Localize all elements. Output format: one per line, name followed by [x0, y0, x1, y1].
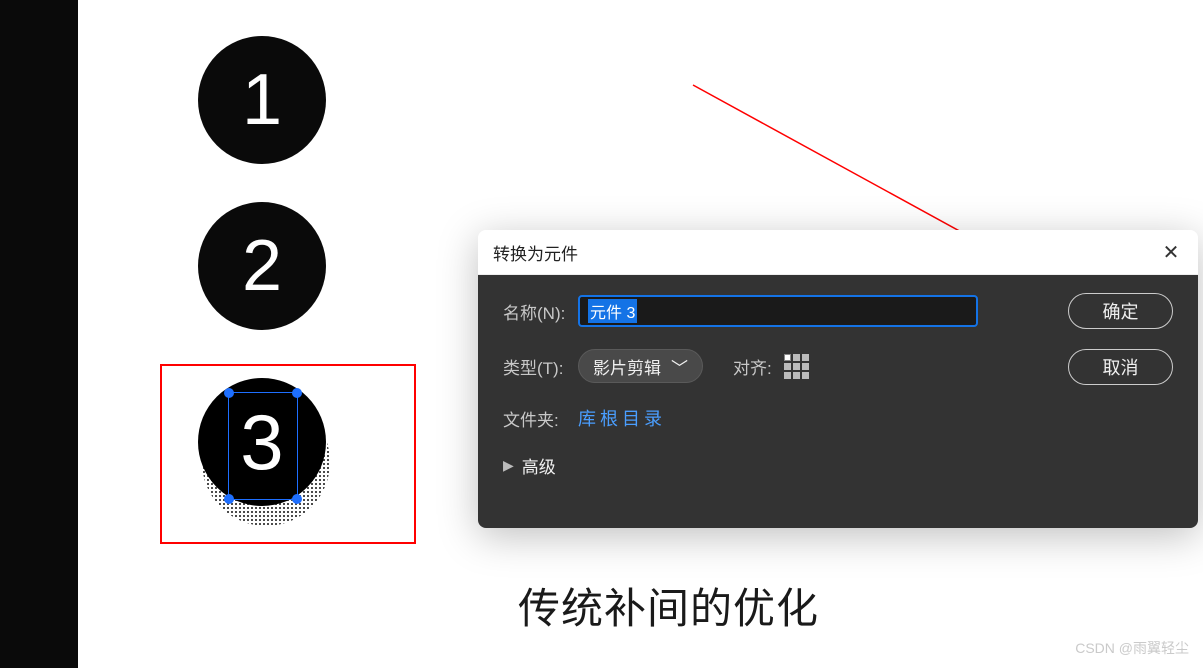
- caption-text: 传统补间的优化: [518, 575, 819, 636]
- circle-2-label: 2: [242, 225, 282, 307]
- dialog-buttons: 确定 取消: [1068, 293, 1173, 385]
- folder-link[interactable]: 库根目录: [578, 405, 666, 431]
- chevron-right-icon: ▶: [503, 457, 514, 474]
- reg-point-tc[interactable]: [793, 354, 800, 361]
- chevron-down-icon: ﹀: [671, 354, 688, 379]
- cancel-button[interactable]: 取消: [1068, 349, 1173, 385]
- reg-point-ml[interactable]: [784, 363, 791, 370]
- transform-handle-bottom-right[interactable]: [292, 494, 302, 504]
- reg-point-bc[interactable]: [793, 372, 800, 379]
- transform-handle-bottom-left[interactable]: [224, 494, 234, 504]
- transform-handle-top-left[interactable]: [224, 388, 234, 398]
- type-label: 类型(T):: [503, 354, 578, 379]
- transform-bounding-box[interactable]: [228, 392, 298, 500]
- dark-sidebar: [0, 0, 78, 668]
- reg-point-bl[interactable]: [784, 372, 791, 379]
- circle-shape-1[interactable]: 1: [198, 36, 326, 164]
- name-input-value: 元件 3: [588, 299, 637, 323]
- type-value: 影片剪辑: [593, 354, 661, 379]
- name-input[interactable]: 元件 3: [578, 295, 978, 327]
- canvas: 1 2 3 转换为元件 ✕ 名称(N):: [78, 0, 1203, 668]
- circle-1-label: 1: [242, 59, 282, 141]
- transform-handle-top-right[interactable]: [292, 388, 302, 398]
- ok-button[interactable]: 确定: [1068, 293, 1173, 329]
- type-dropdown[interactable]: 影片剪辑 ﹀: [578, 349, 703, 383]
- close-icon[interactable]: ✕: [1159, 240, 1183, 264]
- dialog-title: 转换为元件: [493, 240, 578, 265]
- watermark: CSDN @雨翼轻尘: [1075, 638, 1189, 658]
- registration-grid[interactable]: [784, 354, 809, 379]
- reg-point-mr[interactable]: [802, 363, 809, 370]
- dialog-body: 名称(N): 元件 3 类型(T): 影片剪辑 ﹀ 对齐:: [478, 275, 1198, 528]
- dialog-header[interactable]: 转换为元件 ✕: [478, 230, 1198, 275]
- folder-row: 文件夹: 库根目录: [503, 405, 1173, 431]
- reg-point-mc[interactable]: [793, 363, 800, 370]
- advanced-toggle[interactable]: ▶ 高级: [503, 453, 1173, 478]
- advanced-label: 高级: [522, 453, 556, 478]
- reg-point-br[interactable]: [802, 372, 809, 379]
- convert-to-symbol-dialog: 转换为元件 ✕ 名称(N): 元件 3 类型(T): 影片剪辑 ﹀ 对齐:: [478, 230, 1198, 528]
- name-label: 名称(N):: [503, 299, 578, 324]
- reg-point-tr[interactable]: [802, 354, 809, 361]
- folder-label: 文件夹:: [503, 406, 578, 431]
- reg-point-tl[interactable]: [784, 354, 791, 361]
- align-label: 对齐:: [733, 354, 772, 379]
- circle-shape-2[interactable]: 2: [198, 202, 326, 330]
